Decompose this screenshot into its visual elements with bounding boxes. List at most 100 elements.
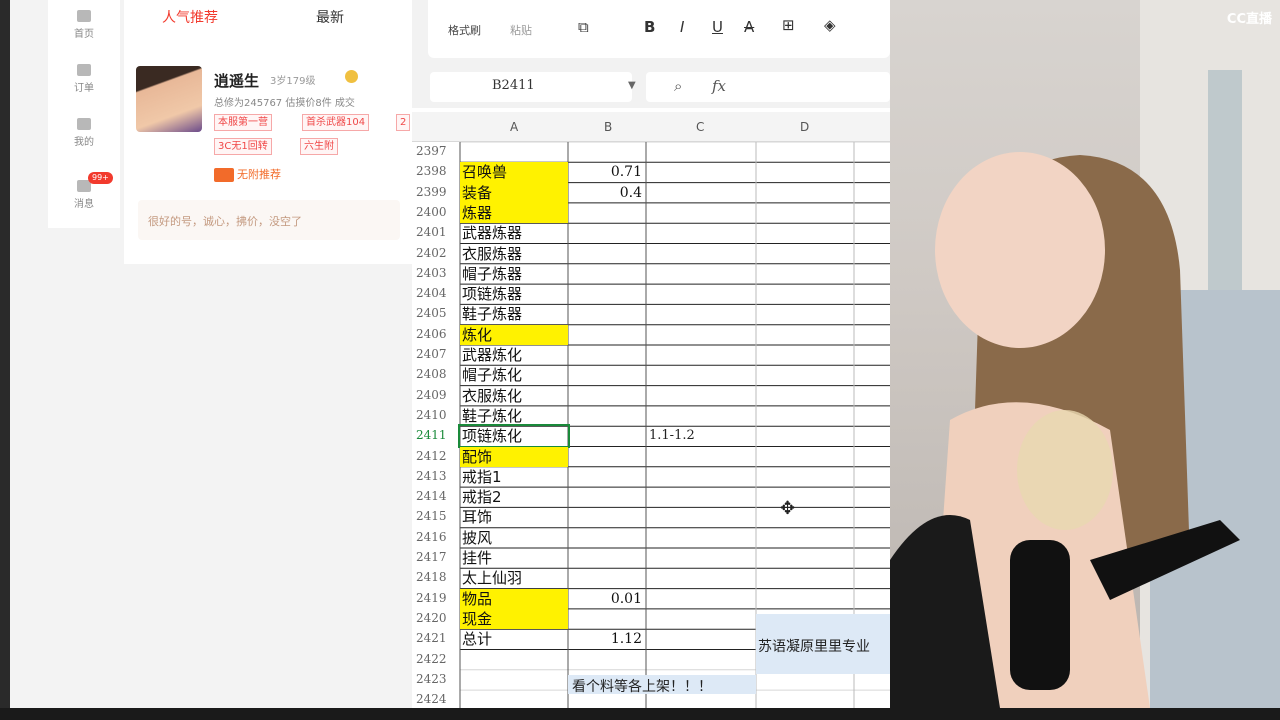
cell-b[interactable] — [568, 386, 646, 406]
cell-a[interactable]: 挂件 — [460, 548, 568, 568]
cell-a[interactable]: 武器炼化 — [460, 345, 568, 365]
fill-color-icon[interactable]: ◈ — [824, 16, 836, 34]
tab-popular[interactable]: 人气推荐 — [162, 7, 218, 27]
cell-c[interactable] — [646, 528, 756, 548]
cell-b[interactable] — [568, 609, 646, 629]
cell-b[interactable]: 0.4 — [568, 183, 646, 203]
row-number[interactable]: 2408 — [416, 367, 456, 381]
cell-c[interactable] — [646, 223, 756, 243]
cell-a[interactable]: 戒指2 — [460, 487, 568, 507]
cell-b[interactable] — [568, 325, 646, 345]
cell-c[interactable] — [646, 609, 756, 629]
column-d-header[interactable]: D — [800, 120, 809, 134]
cell-b[interactable] — [568, 223, 646, 243]
cell-a[interactable]: 召唤兽 — [460, 162, 568, 183]
row-number[interactable]: 2399 — [416, 185, 456, 199]
row-number[interactable]: 2423 — [416, 672, 456, 686]
paste-button[interactable]: 粘贴 — [510, 22, 532, 38]
cell-a[interactable]: 衣服炼器 — [460, 244, 568, 264]
cell-b[interactable] — [568, 406, 646, 426]
cell-b[interactable]: 1.12 — [568, 629, 646, 649]
cell-a[interactable]: 物品 — [460, 588, 568, 609]
cell-b[interactable] — [568, 284, 646, 304]
cell-c[interactable] — [646, 264, 756, 284]
cell-a[interactable]: 项链炼器 — [460, 284, 568, 304]
cell-a[interactable]: 帽子炼器 — [460, 264, 568, 284]
row-number[interactable]: 2407 — [416, 347, 456, 361]
cell-c[interactable] — [646, 548, 756, 568]
cell-grid[interactable]: A B C D 2397 2398 召唤兽 0.71 2399 装备 0.4 2400 炼器 24… — [412, 112, 890, 708]
cell-a[interactable]: 衣服炼化 — [460, 386, 568, 406]
strike-button[interactable]: A — [744, 18, 754, 36]
cell-c[interactable] — [646, 467, 756, 487]
row-number[interactable]: 2417 — [416, 550, 456, 564]
cell-c[interactable] — [646, 304, 756, 324]
nav-item-orders[interactable]: 订单 — [48, 64, 120, 94]
cell-b[interactable] — [568, 548, 646, 568]
format-painter-button[interactable]: 格式刷 — [448, 22, 481, 38]
cell-c[interactable] — [646, 629, 756, 649]
row-number[interactable]: 2421 — [416, 631, 456, 645]
cell-a[interactable]: 炼器 — [460, 202, 568, 224]
cell-b[interactable] — [568, 447, 646, 467]
cell-c[interactable] — [646, 568, 756, 588]
cell-a[interactable] — [460, 142, 568, 162]
cell-a[interactable]: 项链炼化 — [458, 424, 570, 449]
cell-b[interactable] — [568, 304, 646, 324]
row-number[interactable]: 2415 — [416, 509, 456, 523]
nav-item-me[interactable]: 我的 — [48, 118, 120, 148]
cell-c[interactable]: 1.1-1.2 — [646, 426, 756, 446]
nav-item-messages[interactable]: 99+ 消息 — [48, 172, 120, 210]
cell-c[interactable] — [646, 244, 756, 264]
row-number[interactable]: 2412 — [416, 449, 456, 463]
cell-b[interactable]: 0.01 — [568, 589, 646, 609]
row-number[interactable]: 2405 — [416, 306, 456, 320]
cell-a[interactable]: 配饰 — [460, 446, 568, 467]
listing-card[interactable]: 逍遥生 3岁179级 总修为245767 估摸价8件 成交 本服第一营 首杀武器… — [124, 52, 412, 252]
cell-b[interactable] — [568, 365, 646, 385]
cell-c[interactable] — [646, 203, 756, 223]
name-box[interactable]: B2411 ▼ — [430, 72, 636, 102]
cell-c[interactable] — [646, 284, 756, 304]
cell-a[interactable]: 鞋子炼器 — [460, 304, 568, 324]
italic-button[interactable]: I — [680, 18, 684, 36]
row-number[interactable]: 2418 — [416, 570, 456, 584]
row-number[interactable]: 2414 — [416, 489, 456, 503]
paste-special-icon[interactable]: ⧉ — [578, 18, 589, 36]
row-number[interactable]: 2419 — [416, 591, 456, 605]
cell-c[interactable] — [646, 365, 756, 385]
cell-a[interactable]: 太上仙羽 — [460, 568, 568, 588]
cell-c[interactable] — [646, 325, 756, 345]
cell-a[interactable]: 武器炼器 — [460, 223, 568, 243]
cell-a[interactable]: 炼化 — [460, 324, 568, 345]
row-number[interactable]: 2402 — [416, 246, 456, 260]
formula-bar[interactable]: ⌕ fx — [646, 72, 890, 102]
bold-button[interactable]: B — [644, 18, 655, 36]
cell-c[interactable] — [646, 142, 756, 162]
row-number[interactable]: 2420 — [416, 611, 456, 625]
row-number[interactable]: 2403 — [416, 266, 456, 280]
row-number[interactable]: 2409 — [416, 388, 456, 402]
cell-b[interactable] — [568, 142, 646, 162]
cell-b[interactable] — [568, 264, 646, 284]
row-number[interactable]: 2422 — [416, 652, 456, 666]
cell-c[interactable] — [646, 447, 756, 467]
row-number[interactable]: 2401 — [416, 225, 456, 239]
cell-b[interactable] — [568, 467, 646, 487]
zoom-icon[interactable]: ⌕ — [674, 77, 682, 95]
cell-c[interactable] — [646, 507, 756, 527]
cell-b[interactable] — [568, 426, 646, 446]
row-number[interactable]: 2416 — [416, 530, 456, 544]
cell-c[interactable] — [646, 345, 756, 365]
row-number[interactable]: 2413 — [416, 469, 456, 483]
cell-a[interactable] — [460, 670, 568, 690]
cell-c[interactable] — [646, 487, 756, 507]
row-number[interactable]: 2411 — [416, 428, 456, 442]
row-number[interactable]: 2404 — [416, 286, 456, 300]
cell-a[interactable]: 鞋子炼化 — [460, 406, 568, 426]
column-c-header[interactable]: C — [696, 120, 704, 134]
row-number[interactable]: 2410 — [416, 408, 456, 422]
cell-a[interactable] — [460, 690, 568, 708]
tab-latest[interactable]: 最新 — [316, 7, 344, 27]
cell-a[interactable]: 耳饰 — [460, 507, 568, 527]
